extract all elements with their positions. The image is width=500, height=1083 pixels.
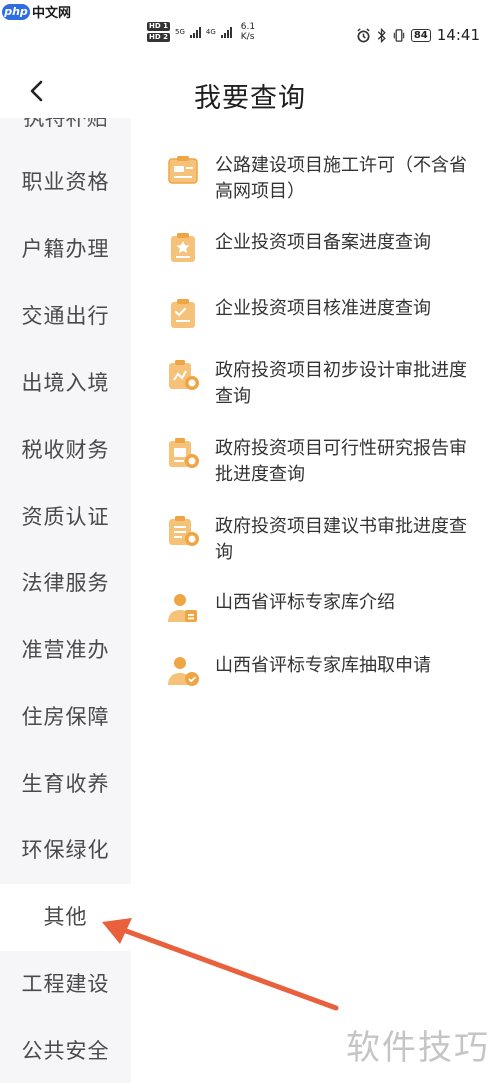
right-status: 84 14:41: [356, 26, 480, 44]
list-item-label: 山西省评标专家库介绍: [215, 592, 395, 613]
annotation-arrow: [102, 918, 339, 1011]
alarm-icon: [357, 27, 370, 42]
expert-info-icon: [168, 594, 197, 622]
sidebar-item-qualification-certification[interactable]: 资质认证: [0, 501, 131, 531]
list-item[interactable]: 公路建设项目施工许可（不含省高网项目）: [131, 153, 500, 205]
list-item[interactable]: 山西省评标专家库介绍: [131, 590, 500, 626]
list-item-label: 山西省评标专家库抽取申请: [215, 655, 431, 676]
sidebar-item-environment[interactable]: 环保绿化: [0, 834, 131, 864]
sidebar-item-childbirth-adoption[interactable]: 生育收养: [0, 768, 131, 798]
proposal-approval-icon: [169, 516, 199, 546]
list-item-label: 政府投资项目可行性研究报告审批进度查询: [215, 438, 467, 485]
watermark-badge: php: [2, 3, 30, 20]
sidebar-item-tax-finance[interactable]: 税收财务: [0, 434, 131, 464]
vibrate-icon: [393, 28, 405, 42]
sidebar-item-professional-qualification[interactable]: 职业资格: [0, 166, 131, 196]
page-title: 我要查询: [194, 83, 306, 114]
status-bar: php 中文网 HD 1 HD 2 5G 4G 6.1 K/s 84 14:41: [0, 0, 500, 62]
network-speed: 6.1 K/s: [241, 22, 255, 42]
signal-bars-icon: [220, 26, 232, 38]
list-item[interactable]: 企业投资项目核准进度查询: [131, 296, 500, 332]
signal-bars-icon: [189, 26, 201, 38]
sidebar-item-housing[interactable]: 住房保障: [0, 701, 131, 731]
list-item-label: 政府投资项目建议书审批进度查询: [215, 516, 467, 563]
watermark-text: 软件技巧: [346, 1028, 490, 1068]
sidebar-item-partial[interactable]: 执特补贴: [0, 118, 131, 130]
hd1-badge: HD 1: [147, 22, 170, 31]
network-5g: 5G: [174, 28, 185, 36]
expert-apply-icon: [168, 657, 199, 686]
list-item[interactable]: 山西省评标专家库抽取申请: [131, 653, 500, 689]
sidebar-item-entry-exit[interactable]: 出境入境: [0, 367, 131, 397]
speed-value: 6.1: [240, 22, 256, 32]
checklist-document-icon: [171, 299, 195, 328]
hd2-badge: HD 2: [147, 33, 170, 42]
sidebar-item-household-registration[interactable]: 户籍办理: [0, 233, 131, 263]
list-item[interactable]: 政府投资项目建议书审批进度查询: [131, 514, 500, 566]
speed-unit: K/s: [240, 32, 255, 42]
sidebar-item-legal-services[interactable]: 法律服务: [0, 567, 131, 597]
sidebar-item-business-permits[interactable]: 准营准办: [0, 634, 131, 664]
bluetooth-icon: [377, 27, 386, 43]
watermark-site: 中文网: [32, 6, 72, 21]
watermark-logo: php 中文网: [2, 2, 71, 21]
signal-group: HD 1 HD 2 5G 4G 6.1 K/s: [147, 22, 255, 42]
battery-indicator: 84: [410, 28, 431, 42]
list-item-label: 企业投资项目备案进度查询: [215, 232, 431, 253]
network-4g: 4G: [205, 28, 216, 36]
status-time: 14:41: [436, 26, 480, 44]
star-document-icon: [171, 233, 195, 262]
report-approval-icon: [169, 438, 199, 468]
page-header: 我要查询: [0, 62, 500, 124]
sidebar-item-transportation[interactable]: 交通出行: [0, 300, 131, 330]
list-item[interactable]: 政府投资项目可行性研究报告审批进度查询: [131, 436, 500, 488]
list-item-label: 企业投资项目核准进度查询: [215, 298, 431, 319]
sidebar-item-public-safety[interactable]: 公共安全: [0, 1035, 131, 1065]
list-item[interactable]: 政府投资项目初步设计审批进度查询: [131, 358, 500, 410]
design-approval-icon: [169, 360, 199, 390]
list-item-label: 政府投资项目初步设计审批进度查询: [215, 360, 467, 407]
list-item[interactable]: 企业投资项目备案进度查询: [131, 230, 500, 266]
license-icon: [168, 156, 198, 184]
list-item-label: 公路建设项目施工许可（不含省高网项目）: [215, 155, 467, 202]
